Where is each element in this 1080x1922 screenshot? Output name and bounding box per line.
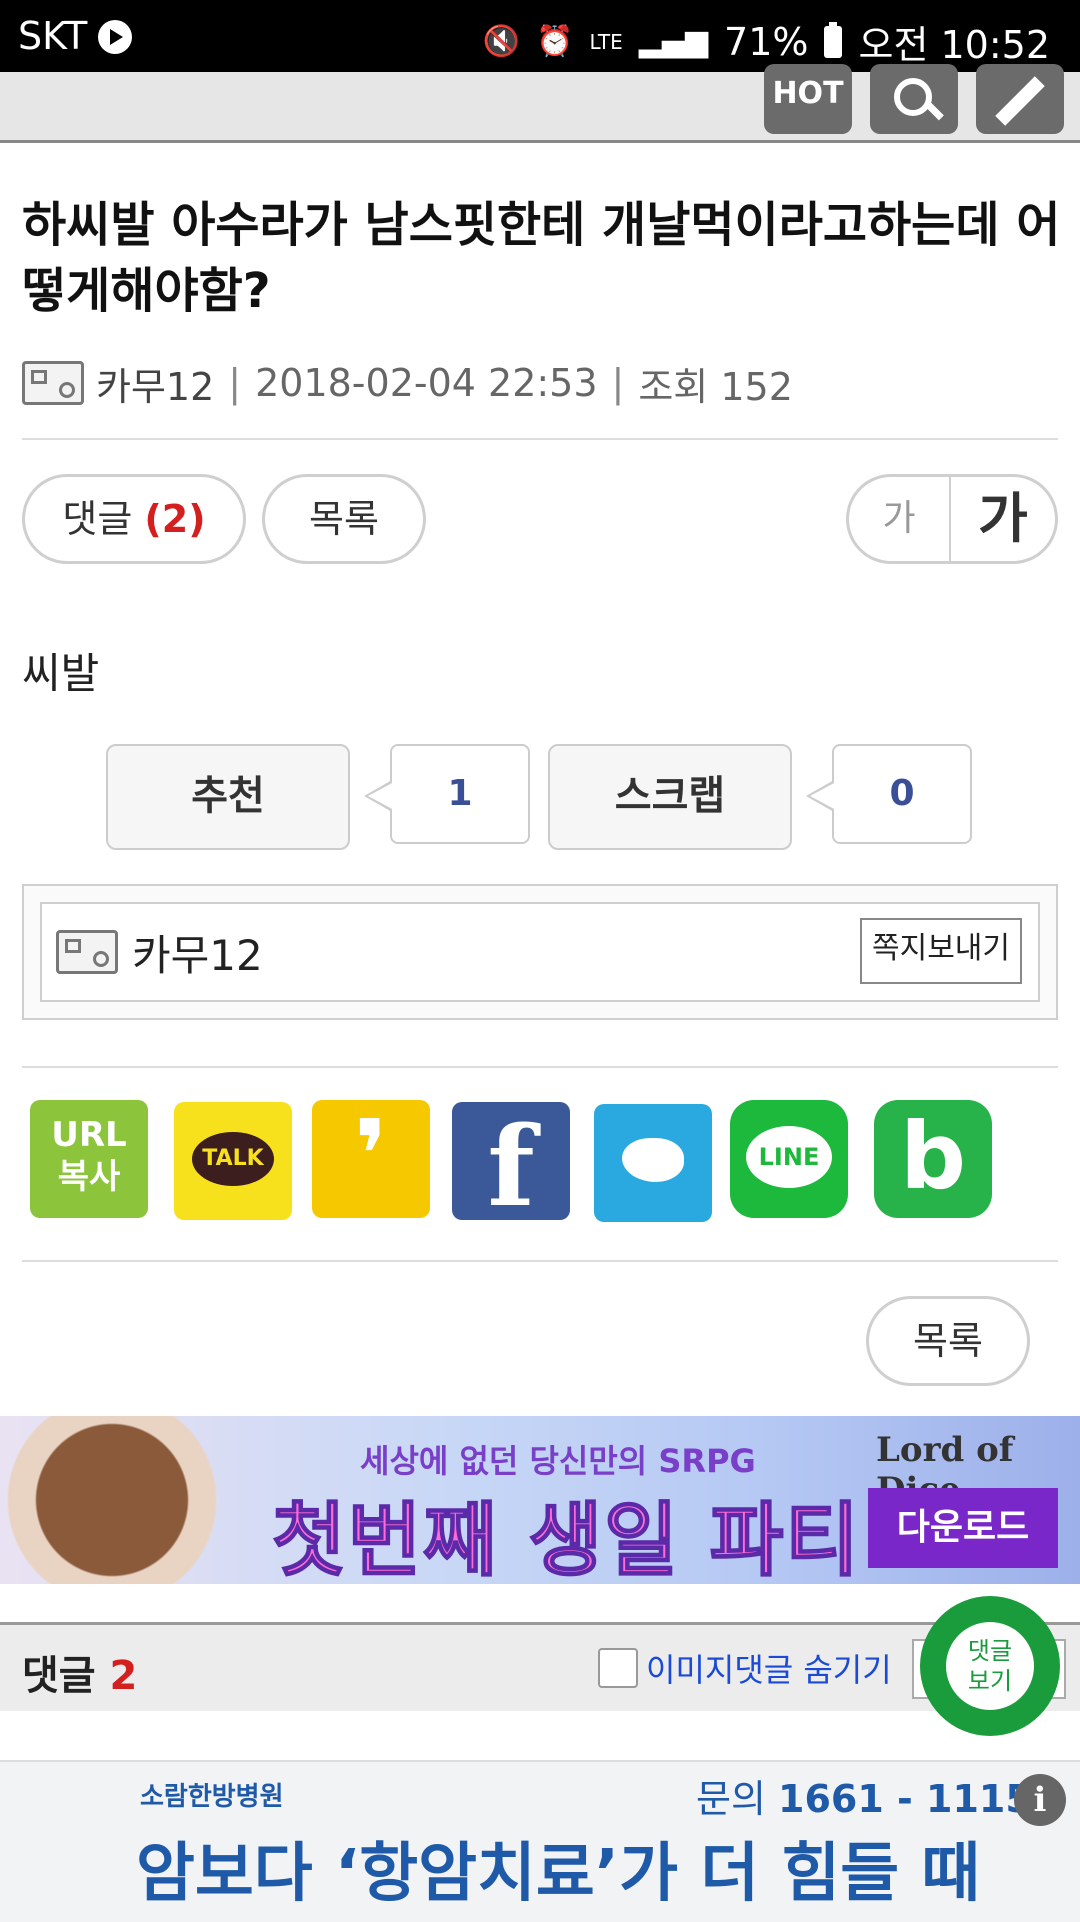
view-comments-float-button[interactable]: 댓글 보기 <box>920 1596 1060 1736</box>
share-facebook-button[interactable]: f <box>452 1102 570 1231</box>
hide-image-comments-toggle[interactable]: 이미지댓글 숨기기 <box>598 1645 892 1691</box>
kakaotalk-icon: TALK <box>192 1132 274 1186</box>
share-url-copy-button[interactable]: URL 복사 <box>30 1100 148 1218</box>
bottom-ad-logo: 소람한방병원 <box>140 1782 284 1812</box>
write-icon <box>995 76 1045 126</box>
mute-icon: 🔇 <box>482 24 521 59</box>
share-twitter-button[interactable] <box>594 1104 712 1222</box>
hide-image-comments-label: 이미지댓글 숨기기 <box>646 1651 892 1689</box>
send-message-button[interactable]: 쪽지보내기 <box>860 918 1022 984</box>
divider <box>22 1260 1058 1262</box>
post-title: 하씨발 아수라가 남스핏한테 개날먹이라고하는데 어떻게해야함? <box>22 197 1061 319</box>
share-url-copy-label: URL 복사 <box>51 1115 127 1197</box>
ad-character-image <box>0 1416 280 1584</box>
lte-icon: LTE <box>589 29 623 54</box>
alarm-icon: ⏰ <box>536 24 574 59</box>
recommend-button[interactable]: 추천 <box>106 744 350 850</box>
post-meta: 카무12 | 2018-02-04 22:53 | 조회 152 <box>22 356 793 411</box>
search-icon <box>894 78 932 116</box>
divider <box>22 1066 1058 1068</box>
author-box-inner: 카무12 쪽지보내기 <box>40 902 1040 1002</box>
post-author[interactable]: 카무12 <box>96 356 214 411</box>
carrier-label: SKT <box>18 14 88 58</box>
post-date: 2018-02-04 22:53 <box>255 361 598 405</box>
play-icon <box>98 20 132 54</box>
ad-headline: 첫번째 생일 파티 <box>271 1493 861 1584</box>
meta-divider: | <box>611 361 625 405</box>
facebook-icon: f <box>487 1102 535 1231</box>
band-icon: b <box>900 1103 966 1210</box>
twitter-icon <box>622 1138 684 1182</box>
scrap-button[interactable]: 스크랩 <box>548 744 792 850</box>
divider <box>22 438 1058 440</box>
bottom-ad-headline: 암보다 ‘항암치료’가 더 힘들 때 <box>136 1837 981 1911</box>
comments-header: 댓글 2 이미지댓글 숨기기 <box>0 1622 1080 1711</box>
search-button[interactable] <box>870 64 958 134</box>
recommend-count: 1 <box>364 744 530 844</box>
hot-button[interactable]: HOT <box>764 64 852 134</box>
hide-image-comments-checkbox[interactable] <box>598 1648 638 1688</box>
comments-title-label: 댓글 <box>22 1653 96 1699</box>
float-line2: 보기 <box>967 1667 1013 1695</box>
ad-banner[interactable]: 세상에 없던 당신만의 SRPG 첫번째 생일 파티 Lord of Dice … <box>0 1416 1080 1584</box>
author-name[interactable]: 카무12 <box>132 922 263 983</box>
ad-download-button[interactable]: 다운로드 <box>868 1488 1058 1568</box>
battery-icon <box>824 21 843 58</box>
float-line1: 댓글 <box>967 1637 1013 1665</box>
comments-button[interactable]: 댓글 (2) <box>22 474 246 564</box>
line-icon: LINE <box>746 1126 832 1188</box>
post-views: 조회 152 <box>638 364 793 409</box>
post-body: 씨발 <box>22 649 100 698</box>
share-kakaostory-button[interactable]: ❜ <box>312 1100 430 1218</box>
comments-button-count: (2) <box>144 497 206 541</box>
scrap-count: 0 <box>806 744 972 844</box>
user-level-icon <box>22 361 84 405</box>
top-toolbar: HOT <box>0 64 1080 143</box>
bottom-ad[interactable]: 소람한방병원 문의 1661 - 1115 암보다 ‘항암치료’가 더 힘들 때… <box>0 1760 1080 1922</box>
share-band-button[interactable]: b <box>874 1100 992 1218</box>
battery-percent: 71% <box>724 19 809 64</box>
bottom-ad-phone-prefix: 문의 <box>696 1777 766 1821</box>
list-button[interactable]: 목록 <box>262 474 426 564</box>
info-icon[interactable]: i <box>1014 1774 1066 1826</box>
share-kakaotalk-button[interactable]: TALK <box>174 1102 292 1220</box>
comments-title-count: 2 <box>109 1653 138 1699</box>
bottom-ad-phone-number: 1661 - 1115 <box>778 1777 1032 1821</box>
share-line-button[interactable]: LINE <box>730 1100 848 1218</box>
meta-divider: | <box>228 361 242 405</box>
signal-icon: ▂▄▆ <box>638 24 709 59</box>
author-box: 카무12 쪽지보내기 <box>22 884 1058 1020</box>
write-button[interactable] <box>976 64 1064 134</box>
user-level-icon <box>56 930 118 974</box>
kakaostory-icon: ❜ <box>354 1099 388 1211</box>
status-bar: SKT 🔇 ⏰ LTE ▂▄▆ 71% 오전 10:52 <box>0 0 1080 72</box>
font-size-toggle: 가 가 <box>846 474 1058 564</box>
comments-title: 댓글 2 <box>22 1643 137 1701</box>
list-button-bottom[interactable]: 목록 <box>866 1296 1030 1386</box>
font-large-button[interactable]: 가 <box>951 477 1055 561</box>
clock: 오전 10:52 <box>858 23 1050 67</box>
comments-button-label: 댓글 <box>62 497 133 541</box>
bottom-ad-phone: 문의 1661 - 1115 <box>696 1768 1032 1823</box>
font-small-button[interactable]: 가 <box>849 477 951 561</box>
status-icons: 🔇 ⏰ LTE ▂▄▆ 71% 오전 10:52 <box>483 14 1050 69</box>
view-comments-float-label: 댓글 보기 <box>946 1622 1034 1710</box>
